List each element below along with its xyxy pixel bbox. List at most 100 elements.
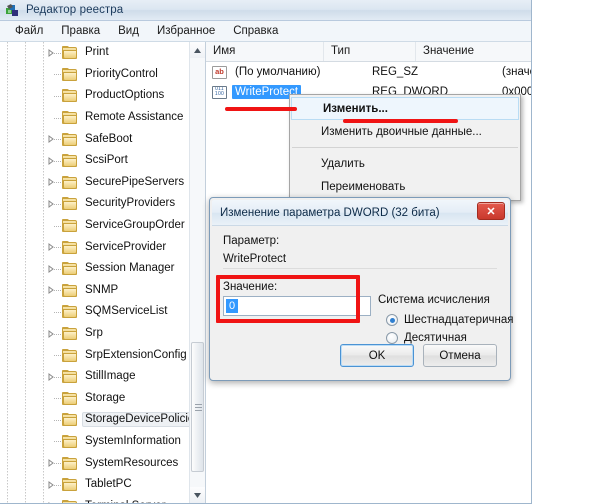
tree-connector [54,419,61,421]
tree-item-systeminformation[interactable]: SystemInformation [0,431,189,453]
context-menu[interactable]: Изменить... Изменить двоичные данные... … [289,94,521,201]
tree-connector [54,160,61,162]
folder-icon [62,111,77,125]
annotation-box-value-field [216,275,360,323]
tree-item-label: ServiceGroupOrder [85,219,185,232]
scrollbar-thumb[interactable] [191,342,204,472]
scroll-down-icon[interactable] [190,487,205,503]
tree-item-srp[interactable]: Srp [0,323,189,345]
tree-item-terminal-server[interactable]: Terminal Server [0,495,189,503]
cancel-button[interactable]: Отмена [423,344,497,367]
base-group-title: Система исчисления [378,294,490,306]
folder-icon [62,262,77,276]
tree-connector [54,203,61,205]
dialog-title-bar: Изменение параметра DWORD (32 бита) ✕ [212,200,508,226]
scroll-up-icon[interactable] [190,42,205,58]
param-label: Параметр: [223,235,280,247]
tree-item-securityproviders[interactable]: SecurityProviders [0,193,189,215]
tree-item-productoptions[interactable]: ProductOptions [0,85,189,107]
tree-item-storagedevicepolicies[interactable]: StorageDevicePolicies [0,409,189,431]
tree-connector [54,355,61,357]
tree-item-label: SafeBoot [85,132,133,145]
tree-item-session-manager[interactable]: Session Manager [0,258,189,280]
tree-item-label: StillImage [85,370,136,383]
registry-editor-icon [5,3,20,18]
tree-item-label: ProductOptions [85,89,165,102]
tree-item-print[interactable]: Print [0,42,189,64]
tree-item-scsiport[interactable]: ScsiPort [0,150,189,172]
folder-icon [62,46,77,60]
menu-edit[interactable]: Правка [52,23,109,40]
tree-item-srpextensionconfig[interactable]: SrpExtensionConfig [0,344,189,366]
tree-item-storage[interactable]: Storage [0,388,189,410]
context-menu-item-modify[interactable]: Изменить... [291,97,519,120]
menu-favorites[interactable]: Избранное [148,23,224,40]
context-menu-item-modify-binary[interactable]: Изменить двоичные данные... [290,120,520,143]
radio-label: Шестнадцатеричная [404,314,514,326]
tree-item-systemresources[interactable]: SystemResources [0,452,189,474]
dialog-button-row: OK Отмена [340,344,497,367]
tree-connector [54,117,61,119]
tree-item-label: Storage [85,391,126,404]
tree-connector [54,376,61,378]
folder-icon [62,348,77,362]
radio-icon [386,332,398,344]
base-radio-group: Система исчисления Шестнадцатеричная Дес… [378,294,513,347]
menu-file[interactable]: Файл [6,23,52,40]
tree-item-servicegrouporder[interactable]: ServiceGroupOrder [0,215,189,237]
context-menu-item-delete[interactable]: Удалить [290,152,520,175]
tree-item-label: Srp [85,327,103,340]
chevron-right-icon[interactable] [46,501,56,503]
tree-item-snmp[interactable]: SNMP [0,280,189,302]
column-header-data[interactable]: Значение [416,42,531,61]
context-menu-separator [292,147,518,148]
folder-icon [62,175,77,189]
tree-connector [54,441,61,443]
tree-connector [54,268,61,270]
column-header-name[interactable]: Имя [206,42,324,61]
string-value-icon: ab [212,65,227,79]
tree-item-remote-assistance[interactable]: Remote Assistance [0,107,189,129]
folder-icon [62,327,77,341]
close-icon[interactable]: ✕ [477,202,505,220]
tree-connector [54,139,61,141]
tree-item-tabletpc[interactable]: TabletPC [0,474,189,496]
column-header-type[interactable]: Тип [324,42,416,61]
menu-help[interactable]: Справка [224,23,287,40]
tree-item-sqmservicelist[interactable]: SQMServiceList [0,301,189,323]
folder-icon [62,89,77,103]
folder-icon [62,434,77,448]
context-menu-item-rename[interactable]: Переименовать [290,175,520,198]
tree-item-label: SystemResources [85,456,179,469]
value-row-default[interactable]: ab (По умолчанию) REG_SZ (значение не пр… [206,62,531,82]
tree-connector [54,311,61,313]
folder-icon [62,305,77,319]
tree-item-label: TabletPC [85,478,132,491]
tree-item-label: Print [85,46,109,59]
tree-item-label: Remote Assistance [85,111,184,124]
radio-hexadecimal[interactable]: Шестнадцатеричная [386,311,513,329]
folder-icon [62,240,77,254]
folder-icon [62,499,77,503]
tree-connector [54,52,61,54]
tree-item-stillimage[interactable]: StillImage [0,366,189,388]
folder-icon [62,456,77,470]
tree-item-securepipeservers[interactable]: SecurePipeServers [0,172,189,194]
tree-connector [54,463,61,465]
menu-view[interactable]: Вид [109,23,148,40]
tree-vertical-scrollbar[interactable] [189,42,205,503]
registry-tree-pane[interactable]: Print PriorityControl ProductOptions Remote… [0,42,206,503]
menu-bar: Файл Правка Вид Избранное Справка [0,21,531,42]
ok-button[interactable]: OK [340,344,414,367]
values-column-header: Имя Тип Значение [206,42,531,62]
tree-connector [54,225,61,227]
tree-connector [54,74,61,76]
tree-item-label: SecurePipeServers [85,175,185,188]
tree-item-serviceprovider[interactable]: ServiceProvider [0,236,189,258]
tree-item-prioritycontrol[interactable]: PriorityControl [0,64,189,86]
tree-item-safeboot[interactable]: SafeBoot [0,128,189,150]
value-name: (По умолчанию) [235,66,321,78]
folder-icon [62,219,77,233]
folder-icon [62,391,77,405]
tree-connector [54,484,61,486]
